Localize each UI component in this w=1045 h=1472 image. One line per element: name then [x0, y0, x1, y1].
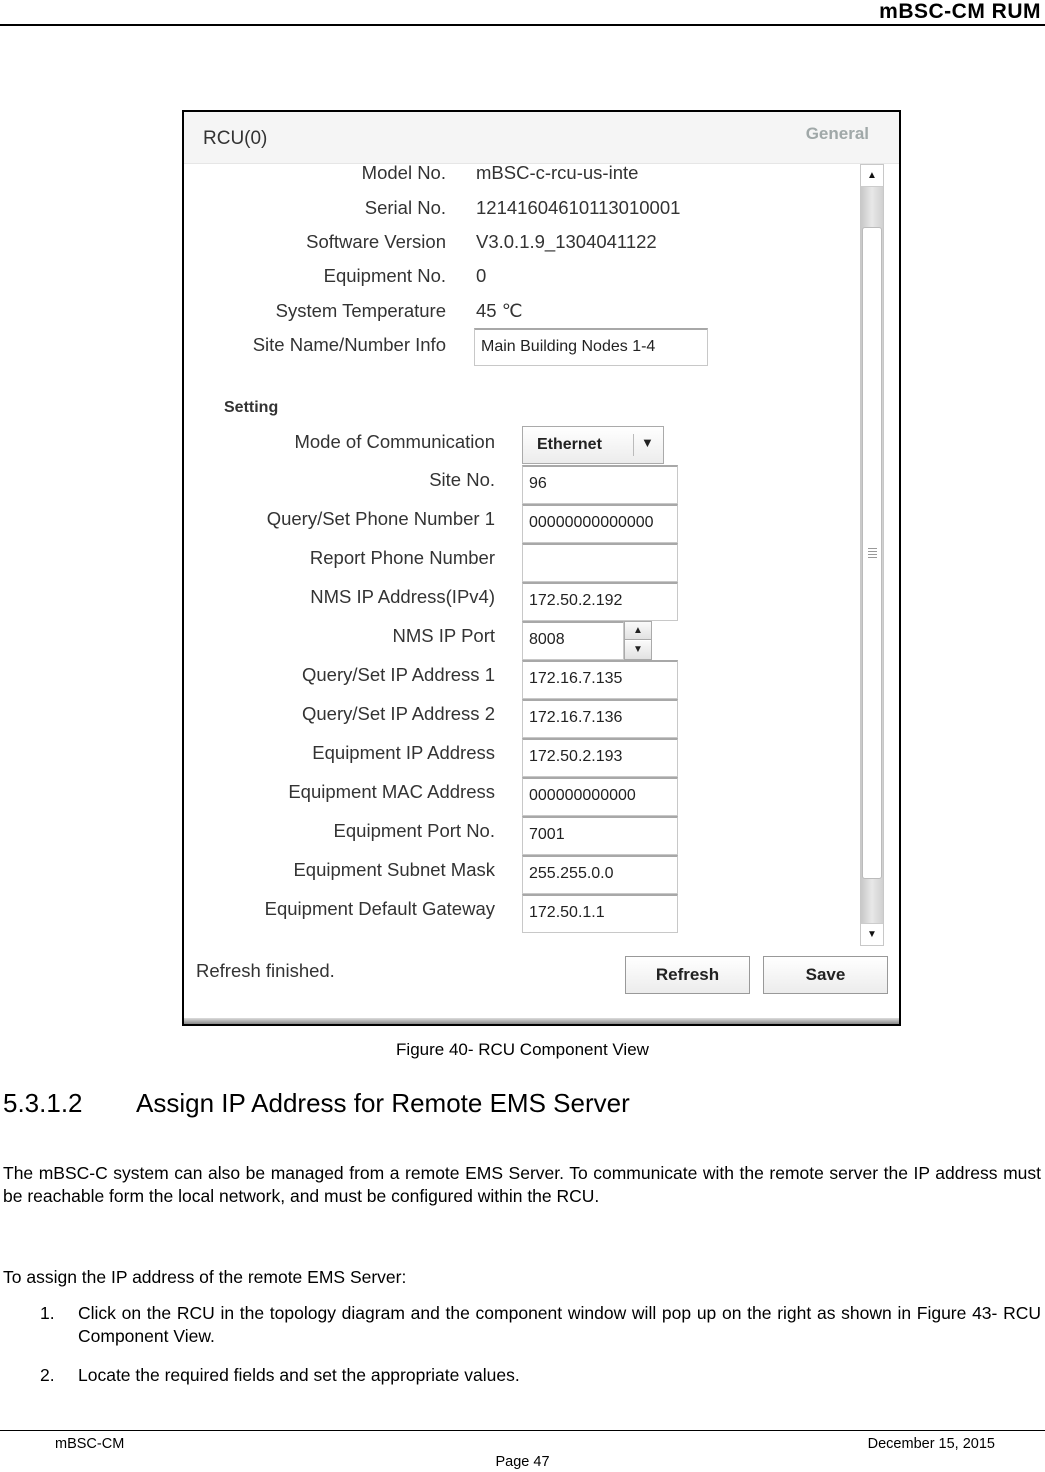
list-number: 1. — [40, 1303, 55, 1323]
info-label: Software Version — [306, 231, 446, 252]
info-label: Serial No. — [364, 197, 446, 218]
spin-up-icon[interactable]: ▲ — [625, 622, 651, 640]
report-phone-number-label: Report Phone Number — [309, 547, 495, 568]
info-value: mBSC-c-rcu-us-inte — [476, 162, 639, 183]
query-ip-2-input[interactable]: 172.16.7.136 — [522, 699, 678, 738]
paragraph-intro: The mBSC-C system can also be managed fr… — [3, 1163, 1041, 1206]
scroll-thumb[interactable] — [862, 227, 882, 879]
site-name-label: Site Name/Number Info — [252, 334, 446, 355]
info-value: 0 — [476, 265, 487, 286]
mode-of-communication-label: Mode of Communication — [294, 431, 495, 452]
nms-ip-address-input[interactable]: 172.50.2.192 — [522, 582, 678, 621]
site-name-input[interactable]: Main Building Nodes 1-4 — [474, 328, 708, 366]
query-ip-1-input[interactable]: 172.16.7.135 — [522, 660, 678, 699]
nms-ip-address-label: NMS IP Address(IPv4) — [310, 586, 495, 607]
phone-number-1-label: Query/Set Phone Number 1 — [266, 508, 495, 529]
scroll-down-arrow-icon[interactable]: ▼ — [861, 923, 883, 945]
window-titlebar: RCU(0) General — [184, 112, 899, 164]
info-label: Equipment No. — [323, 265, 446, 286]
setting-heading: Setting — [224, 399, 279, 416]
info-value: 45 ℃ — [476, 300, 523, 321]
footer-product: mBSC-CM — [55, 1436, 125, 1452]
report-phone-number-input[interactable] — [522, 543, 678, 582]
site-no-input[interactable]: 96 — [522, 465, 678, 504]
info-label: System Temperature — [275, 300, 446, 321]
list-text: Locate the required fields and set the a… — [78, 1365, 520, 1385]
tab-general[interactable]: General — [806, 124, 869, 144]
default-gateway-input[interactable]: 172.50.1.1 — [522, 894, 678, 933]
nms-ip-port-stepper: ▲ ▼ — [624, 621, 652, 660]
chevron-down-icon: ▼ — [641, 435, 654, 450]
scroll-track[interactable] — [861, 187, 883, 923]
nms-ip-port-label: NMS IP Port — [392, 625, 495, 646]
section-number: 5.3.1.2 — [3, 1088, 83, 1118]
query-ip-1-label: Query/Set IP Address 1 — [302, 664, 495, 685]
dropdown-separator — [633, 434, 634, 456]
spin-down-icon[interactable]: ▼ — [625, 641, 651, 659]
nms-ip-port-input[interactable]: 8008 — [522, 621, 624, 660]
default-gateway-label: Equipment Default Gateway — [264, 898, 495, 919]
grip-icon — [868, 548, 877, 560]
subnet-mask-label: Equipment Subnet Mask — [293, 859, 495, 880]
equipment-ip-input[interactable]: 172.50.2.193 — [522, 738, 678, 777]
query-ip-2-label: Query/Set IP Address 2 — [302, 703, 495, 724]
info-value: 12141604610113010001 — [476, 197, 681, 218]
equipment-mac-label: Equipment MAC Address — [288, 781, 495, 802]
document-header-title: mBSC-CM RUM — [879, 0, 1041, 23]
status-text: Refresh finished. — [196, 960, 335, 981]
equipment-mac-input[interactable]: 000000000000 — [522, 777, 678, 816]
save-button[interactable]: Save — [763, 956, 888, 994]
rcu-component-window: RCU(0) General Model No. mBSC-c-rcu-us-i… — [182, 110, 901, 1026]
dropdown-selected-value: Ethernet — [537, 436, 602, 453]
subnet-mask-input[interactable]: 255.255.0.0 — [522, 855, 678, 894]
list-item: 2. Locate the required fields and set th… — [40, 1364, 1041, 1387]
window-title: RCU(0) — [203, 128, 268, 149]
document-footer: mBSC-CM December 15, 2015 Page 47 — [0, 1430, 1045, 1472]
list-number: 2. — [40, 1365, 55, 1385]
footer-page-number: Page 47 — [495, 1454, 550, 1470]
section-title: Assign IP Address for Remote EMS Server — [136, 1088, 630, 1118]
refresh-button[interactable]: Refresh — [625, 956, 750, 994]
phone-number-1-input[interactable]: 00000000000000 — [522, 504, 678, 543]
vertical-scrollbar[interactable]: ▲ ▼ — [860, 164, 884, 946]
equipment-port-input[interactable]: 7001 — [522, 816, 678, 855]
list-text: Click on the RCU in the topology diagram… — [78, 1303, 1041, 1346]
section-heading: 5.3.1.2 Assign IP Address for Remote EMS … — [3, 1088, 630, 1119]
equipment-port-label: Equipment Port No. — [333, 820, 495, 841]
paragraph-steps-intro: To assign the IP address of the remote E… — [3, 1267, 407, 1287]
mode-of-communication-dropdown[interactable]: Ethernet ▼ — [522, 426, 664, 464]
window-bottom-border — [184, 1018, 899, 1024]
list-item: 1. Click on the RCU in the topology diag… — [40, 1302, 1041, 1348]
footer-date: December 15, 2015 — [867, 1436, 995, 1452]
equipment-ip-label: Equipment IP Address — [312, 742, 495, 763]
scroll-up-arrow-icon[interactable]: ▲ — [861, 165, 883, 187]
info-value: V3.0.1.9_1304041122 — [476, 231, 657, 252]
document-header: mBSC-CM RUM — [0, 0, 1045, 26]
site-no-label: Site No. — [429, 469, 495, 490]
figure-caption: Figure 40- RCU Component View — [396, 1040, 649, 1059]
info-label: Model No. — [361, 162, 446, 183]
